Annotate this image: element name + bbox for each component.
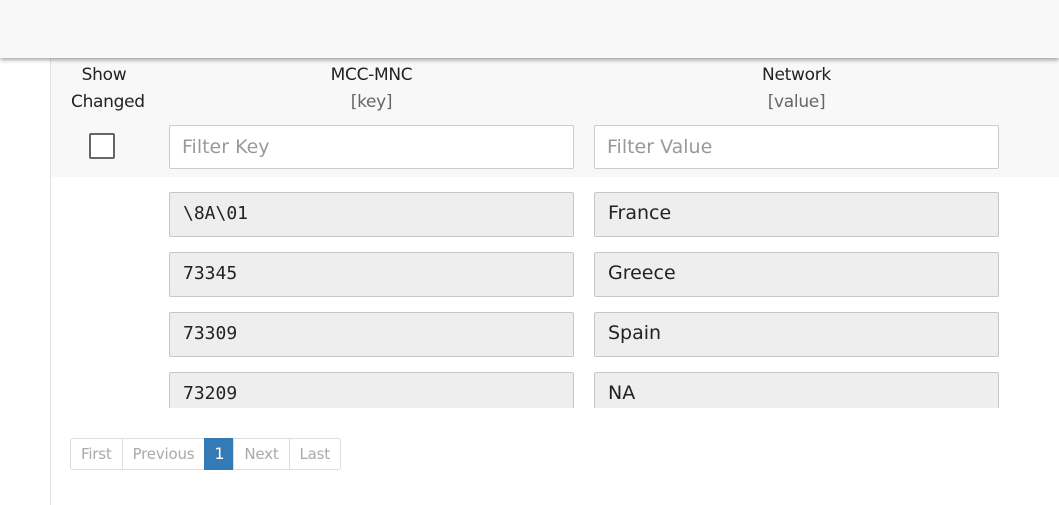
filter-key-input[interactable] — [169, 125, 574, 169]
column-header-value-title: Network — [762, 65, 831, 85]
show-changed-checkbox[interactable] — [89, 133, 115, 159]
value-cell[interactable]: NA — [594, 372, 999, 408]
pagination: First Previous 1 Next Last — [70, 438, 341, 470]
column-header-key-subtitle: [key] — [350, 92, 393, 112]
key-cell[interactable]: 73209 — [169, 372, 574, 408]
column-header-value: Network [value] — [595, 62, 998, 116]
table-row: 73209 NA — [51, 357, 1059, 408]
value-cell[interactable]: Greece — [594, 252, 999, 297]
value-cell[interactable]: France — [594, 192, 999, 237]
top-bar — [0, 0, 1059, 58]
table-body[interactable]: \8A\01 France 73345 Greece 73309 Spain 7… — [51, 177, 1059, 408]
table-row: 73309 Spain — [51, 297, 1059, 357]
column-header-value-subtitle: [value] — [767, 92, 826, 112]
pagination-previous-button[interactable]: Previous — [121, 438, 206, 470]
column-header-show-changed: Show Changed — [71, 62, 145, 116]
key-cell[interactable]: 73345 — [169, 252, 574, 297]
table-row: 73345 Greece — [51, 237, 1059, 297]
key-cell[interactable]: \8A\01 — [169, 192, 574, 237]
key-cell[interactable]: 73309 — [169, 312, 574, 357]
column-header-key-title: MCC-MNC — [330, 65, 413, 85]
pagination-first-button[interactable]: First — [70, 438, 123, 470]
pagination-page-1-button[interactable]: 1 — [204, 438, 235, 470]
column-header-key: MCC-MNC [key] — [170, 62, 573, 116]
filter-value-input[interactable] — [594, 125, 999, 169]
pagination-last-button[interactable]: Last — [288, 438, 341, 470]
column-header-show-changed-line1: Show — [81, 65, 127, 85]
table-row: \8A\01 France — [51, 177, 1059, 237]
pagination-next-button[interactable]: Next — [233, 438, 290, 470]
column-header-show-changed-line2: Changed — [71, 92, 145, 112]
value-cell[interactable]: Spain — [594, 312, 999, 357]
